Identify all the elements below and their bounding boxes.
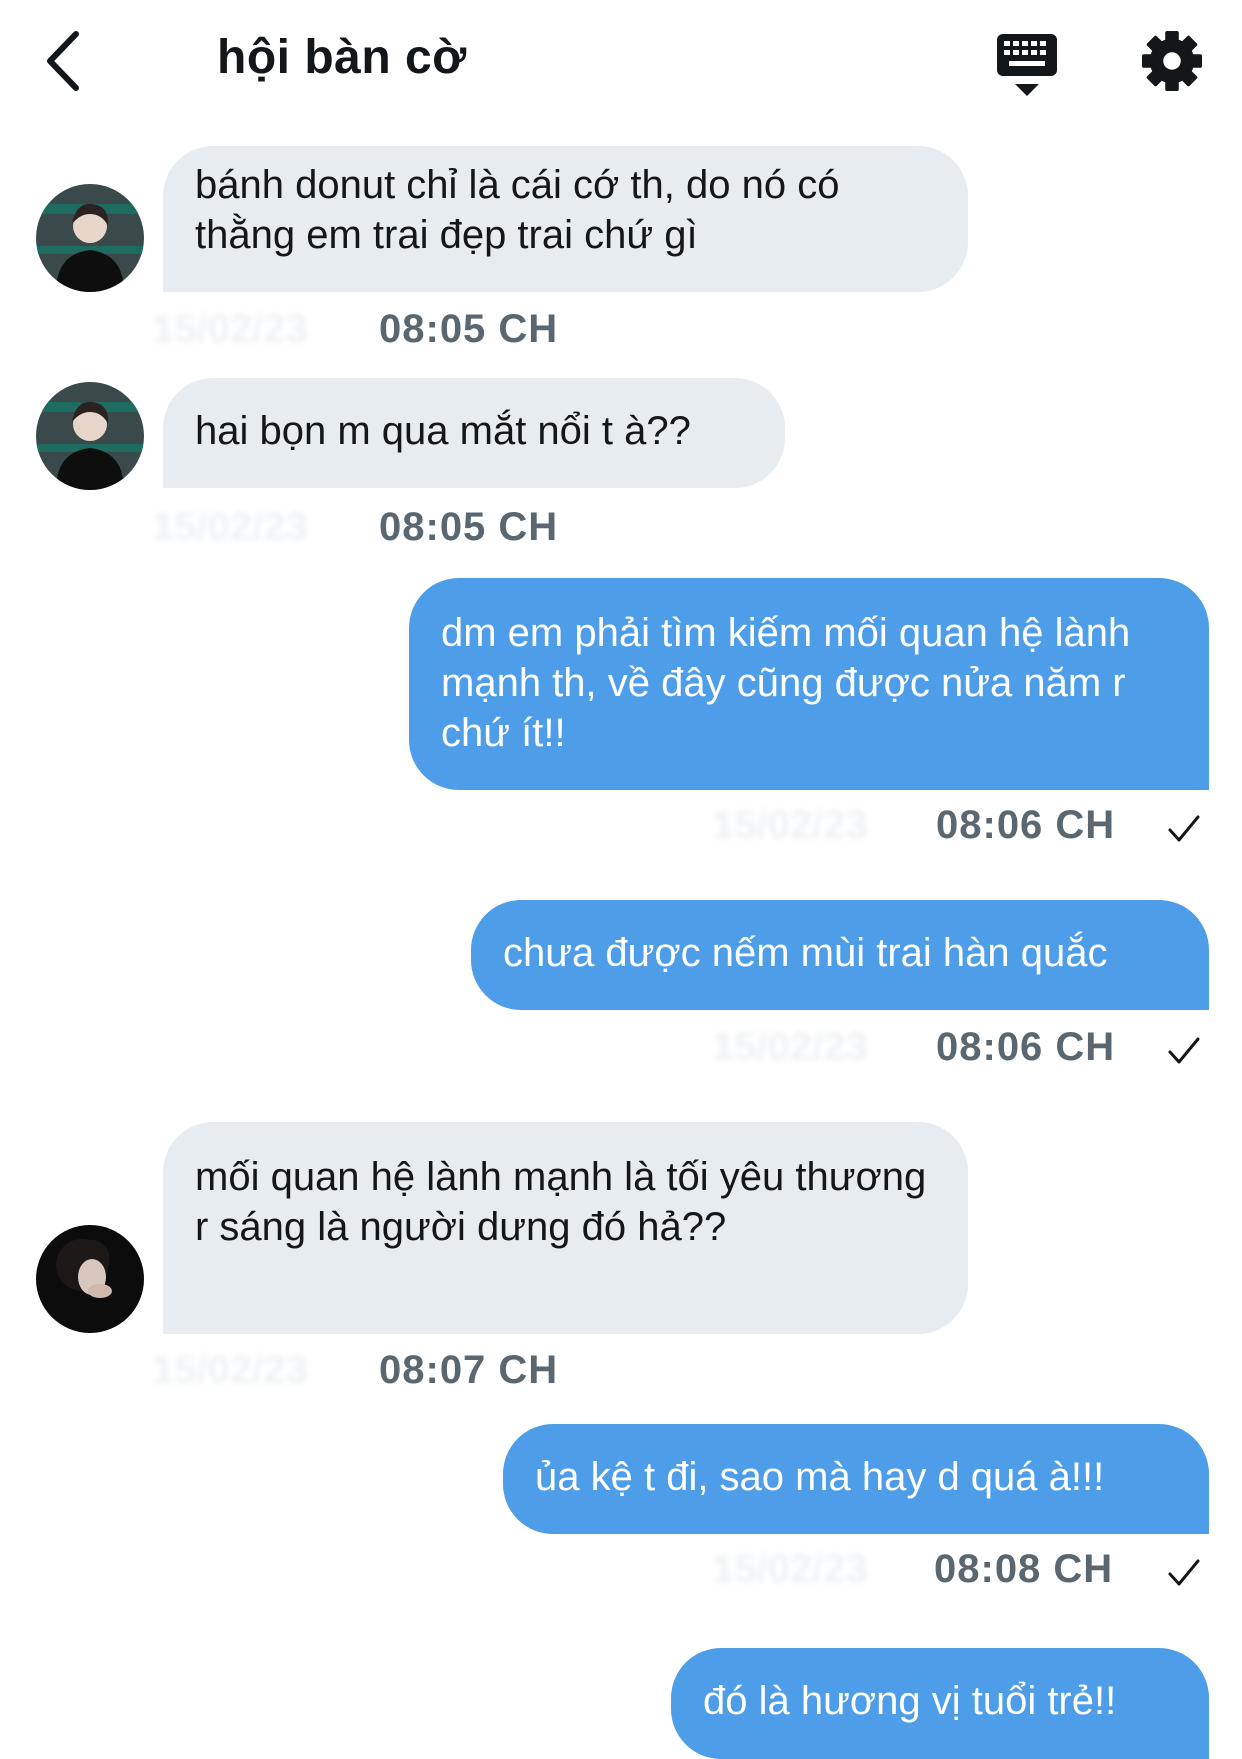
message-bubble-incoming[interactable]: bánh donut chỉ là cái cớ th, do nó có th…	[163, 146, 968, 292]
message-bubble-outgoing[interactable]: chưa được nếm mùi trai hàn quắc	[471, 900, 1209, 1010]
message-bubble-outgoing[interactable]: ủa kệ t đi, sao mà hay d quá à!!!	[503, 1424, 1209, 1534]
message-timestamp: 08:07 CH	[379, 1348, 559, 1392]
chevron-left-icon[interactable]	[40, 28, 90, 94]
message-bubble-incoming[interactable]: mối quan hệ lành mạnh là tối yêu thương …	[163, 1122, 968, 1334]
check-icon	[1168, 1037, 1200, 1064]
check-icon	[1168, 1559, 1200, 1586]
message-date: 15/02/23	[152, 307, 308, 351]
message-timestamp: 08:05 CH	[379, 505, 559, 549]
message-date: 15/02/23	[712, 803, 868, 847]
message-timestamp: 08:06 CH	[936, 803, 1116, 847]
check-icon	[1168, 815, 1200, 842]
message-bubble-outgoing[interactable]: dm em phải tìm kiếm mối quan hệ lành mạn…	[409, 578, 1209, 790]
message-date: 15/02/23	[152, 505, 308, 549]
message-bubble-incoming[interactable]: hai bọn m qua mắt nổi t à??	[163, 378, 785, 488]
conversation-title: hội bàn cờ	[217, 31, 467, 84]
chat-header: hội bàn cờ	[0, 0, 1242, 125]
avatar[interactable]	[36, 1225, 144, 1333]
avatar[interactable]	[36, 382, 144, 490]
avatar[interactable]	[36, 184, 144, 292]
message-date: 15/02/23	[712, 1025, 868, 1069]
message-date: 15/02/23	[152, 1348, 308, 1392]
message-timestamp: 08:05 CH	[379, 307, 559, 351]
gear-icon[interactable]	[1141, 30, 1203, 92]
message-timestamp: 08:08 CH	[934, 1547, 1114, 1591]
message-date: 15/02/23	[712, 1547, 868, 1591]
message-bubble-outgoing[interactable]: đó là hương vị tuổi trẻ!!	[671, 1648, 1209, 1759]
message-timestamp: 08:06 CH	[936, 1025, 1116, 1069]
keyboard-icon[interactable]	[995, 32, 1059, 98]
